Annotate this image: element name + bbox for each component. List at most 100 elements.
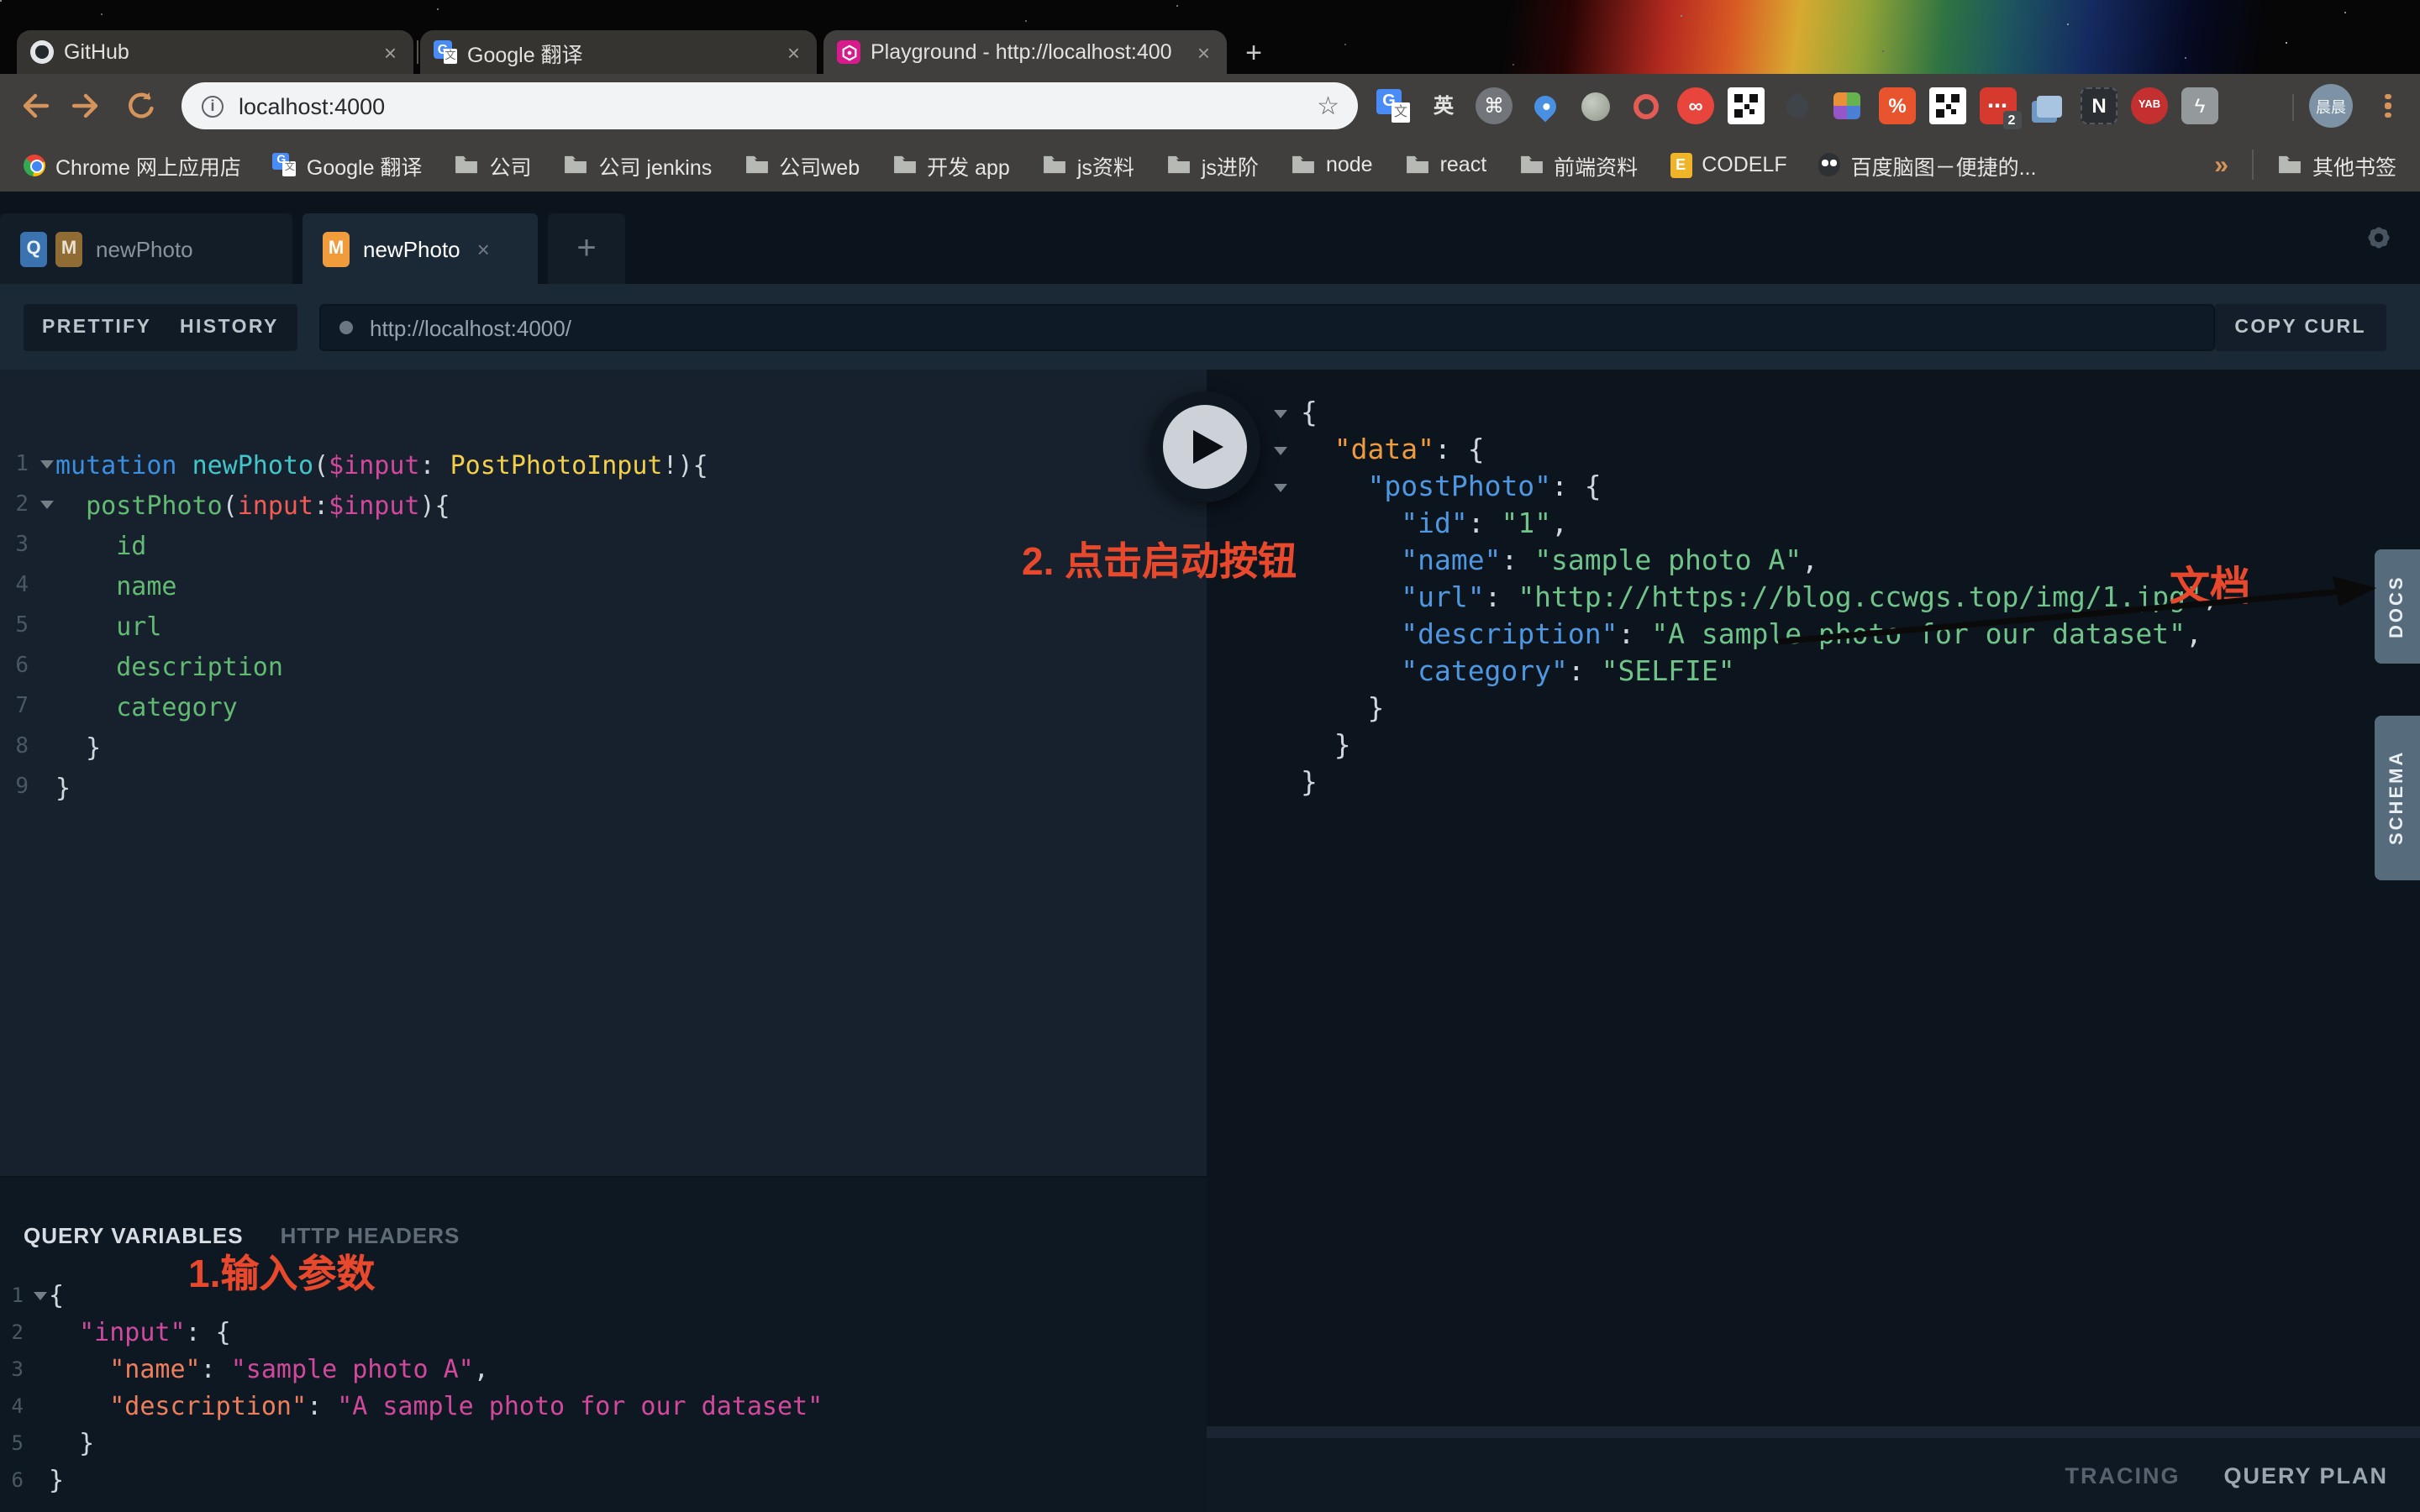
browser-tab-google-translate[interactable]: Google 翻译 × bbox=[420, 30, 817, 74]
code-percent-extension-icon[interactable]: % bbox=[1879, 87, 1916, 124]
code-line: "data": { bbox=[1274, 432, 2219, 469]
infinity-extension-icon[interactable]: ∞ bbox=[1677, 87, 1714, 124]
code-line: 1mutation newPhoto($input: PostPhotoInpu… bbox=[7, 445, 708, 486]
yab-extension-icon[interactable]: YAB bbox=[2131, 87, 2168, 124]
code-line: 4 "description": "A sample photo for our… bbox=[7, 1388, 823, 1425]
bookmark-item[interactable]: 公司 bbox=[454, 149, 531, 181]
code-line: 3 "name": "sample photo A", bbox=[7, 1351, 823, 1388]
fold-arrow-icon[interactable] bbox=[1274, 395, 1301, 432]
fold-arrow-icon[interactable] bbox=[34, 1277, 49, 1314]
session-tab-newphoto-1[interactable]: Q M newPhoto bbox=[0, 213, 292, 284]
qrcode-extension-icon[interactable] bbox=[1728, 87, 1765, 124]
session-tab-newphoto-2[interactable]: M newPhoto × bbox=[302, 213, 538, 284]
bookmark-item[interactable]: react bbox=[1405, 153, 1487, 176]
codelf-icon: E bbox=[1670, 152, 1691, 177]
bookmark-label: 公司web bbox=[779, 149, 860, 181]
code-line: } bbox=[1274, 727, 2219, 764]
execute-play-button[interactable] bbox=[1150, 391, 1260, 502]
fold-arrow-icon[interactable] bbox=[40, 486, 55, 526]
browser-menu-icon[interactable] bbox=[2376, 89, 2400, 123]
bookmark-item[interactable]: node bbox=[1291, 153, 1373, 176]
reload-button[interactable] bbox=[121, 86, 161, 126]
bookmark-item[interactable]: js进阶 bbox=[1166, 149, 1259, 181]
other-bookmarks-folder[interactable]: 其他书签 bbox=[2312, 149, 2396, 181]
cards-extension-icon[interactable] bbox=[2030, 87, 2067, 124]
bookmark-label: js资料 bbox=[1077, 149, 1134, 181]
schema-tab[interactable]: SCHEMA bbox=[2375, 716, 2420, 880]
mutation-badge: M bbox=[55, 231, 82, 266]
bookmark-label: CODELF bbox=[1702, 153, 1786, 176]
site-info-icon[interactable]: i bbox=[202, 95, 224, 117]
endpoint-url[interactable]: http://localhost:4000/ bbox=[370, 315, 571, 340]
bookmark-label: 前端资料 bbox=[1554, 149, 1638, 181]
line-number: 1 bbox=[7, 1277, 34, 1314]
browser-tab-playground[interactable]: Playground - http://localhost:400 × bbox=[823, 30, 1227, 74]
code-line: } bbox=[1274, 764, 2219, 801]
forward-button[interactable] bbox=[67, 86, 108, 126]
line-number: 3 bbox=[7, 526, 40, 566]
query-plan-button[interactable]: QUERY PLAN bbox=[2223, 1462, 2388, 1488]
red-dots-extension-icon[interactable]: ⋯2 bbox=[1980, 87, 2017, 124]
profile-avatar[interactable]: 晨晨 bbox=[2309, 84, 2353, 128]
close-tab-icon[interactable]: × bbox=[381, 39, 400, 65]
code-line: 2 "input": { bbox=[7, 1314, 823, 1351]
command-extension-icon[interactable]: ⌘ bbox=[1476, 87, 1512, 124]
map-pin-extension-icon[interactable] bbox=[1526, 87, 1563, 124]
bookmark-item[interactable]: 开发 app bbox=[892, 149, 1010, 181]
line-number: 5 bbox=[7, 606, 40, 647]
bookmark-item[interactable]: 前端资料 bbox=[1518, 149, 1638, 181]
folder-icon bbox=[892, 154, 917, 176]
color-grid-extension-icon[interactable] bbox=[1828, 87, 1865, 124]
bookmark-star-icon[interactable]: ☆ bbox=[1317, 93, 1339, 118]
endpoint-field[interactable]: http://localhost:4000/ bbox=[319, 304, 2215, 351]
address-url[interactable]: localhost:4000 bbox=[239, 93, 385, 118]
extensions-toolbar: 英 ⌘ ∞% ⋯2 N YAB ϟ bbox=[1375, 87, 2218, 124]
en-translate-extension-icon[interactable]: 英 bbox=[1425, 87, 1462, 124]
close-tab-icon[interactable]: × bbox=[784, 39, 803, 65]
line-number: 8 bbox=[7, 727, 40, 768]
tab-title: GitHub bbox=[64, 40, 371, 64]
google-translate-extension-icon[interactable] bbox=[1375, 87, 1412, 124]
fold-arrow-icon[interactable] bbox=[1274, 469, 1301, 506]
tomato-timer-extension-icon[interactable] bbox=[1576, 87, 1613, 124]
drop-extension-icon[interactable] bbox=[1778, 87, 1815, 124]
new-session-button[interactable]: + bbox=[548, 213, 625, 284]
tracing-button[interactable]: TRACING bbox=[2065, 1462, 2180, 1488]
qrcode2-extension-icon[interactable] bbox=[1929, 87, 1966, 124]
tab-title: Google 翻译 bbox=[467, 36, 774, 68]
browser-tab-github[interactable]: GitHub × bbox=[17, 30, 413, 74]
n-extension-icon[interactable]: N bbox=[2081, 87, 2118, 124]
fold-arrow-icon[interactable] bbox=[40, 445, 55, 486]
prettify-button[interactable]: PRETTIFY bbox=[24, 304, 170, 351]
history-button[interactable]: HISTORY bbox=[161, 304, 297, 351]
bookmarks-overflow-icon[interactable]: » bbox=[2214, 150, 2228, 179]
bookmark-item[interactable]: 百度脑图－便捷的... bbox=[1819, 149, 2037, 181]
bookmark-label: Chrome 网上应用店 bbox=[55, 149, 241, 181]
bookmark-label: 公司 bbox=[489, 149, 531, 181]
variables-code[interactable]: 1{2 "input": {3 "name": "sample photo A"… bbox=[7, 1277, 823, 1499]
query-code[interactable]: 1mutation newPhoto($input: PostPhotoInpu… bbox=[7, 445, 708, 808]
graphql-favicon-icon bbox=[837, 40, 860, 64]
bookmark-item[interactable]: Google 翻译 bbox=[273, 149, 423, 181]
close-tab-icon[interactable]: × bbox=[1194, 39, 1213, 65]
swirl-extension-icon[interactable] bbox=[1627, 87, 1664, 124]
back-button[interactable] bbox=[13, 86, 54, 126]
bookmark-item[interactable]: Chrome 网上应用店 bbox=[24, 149, 241, 181]
address-bar[interactable]: i localhost:4000 ☆ bbox=[182, 82, 1358, 129]
tab-title: Playground - http://localhost:400 bbox=[871, 40, 1184, 64]
fold-arrow-icon[interactable] bbox=[1274, 432, 1301, 469]
bookmark-item[interactable]: 公司web bbox=[744, 149, 860, 181]
settings-gear-icon[interactable] bbox=[2361, 220, 2396, 255]
line-number: 4 bbox=[7, 566, 40, 606]
bookmark-item[interactable]: 公司 jenkins bbox=[563, 149, 712, 181]
bookmark-item[interactable]: js资料 bbox=[1042, 149, 1134, 181]
copy-curl-button[interactable]: COPY CURL bbox=[2214, 304, 2386, 351]
graphql-playground: Q M newPhoto M newPhoto × + PRETTIFY HIS… bbox=[0, 192, 2420, 1512]
docs-arrow bbox=[1748, 554, 2386, 655]
bookmark-item[interactable]: E CODELF bbox=[1670, 152, 1786, 177]
close-session-icon[interactable]: × bbox=[477, 236, 490, 261]
new-tab-button[interactable]: + bbox=[1237, 37, 1270, 71]
bookmark-label: react bbox=[1440, 153, 1487, 176]
lightning-extension-icon[interactable]: ϟ bbox=[2181, 87, 2218, 124]
mutation-badge: M bbox=[323, 231, 350, 266]
